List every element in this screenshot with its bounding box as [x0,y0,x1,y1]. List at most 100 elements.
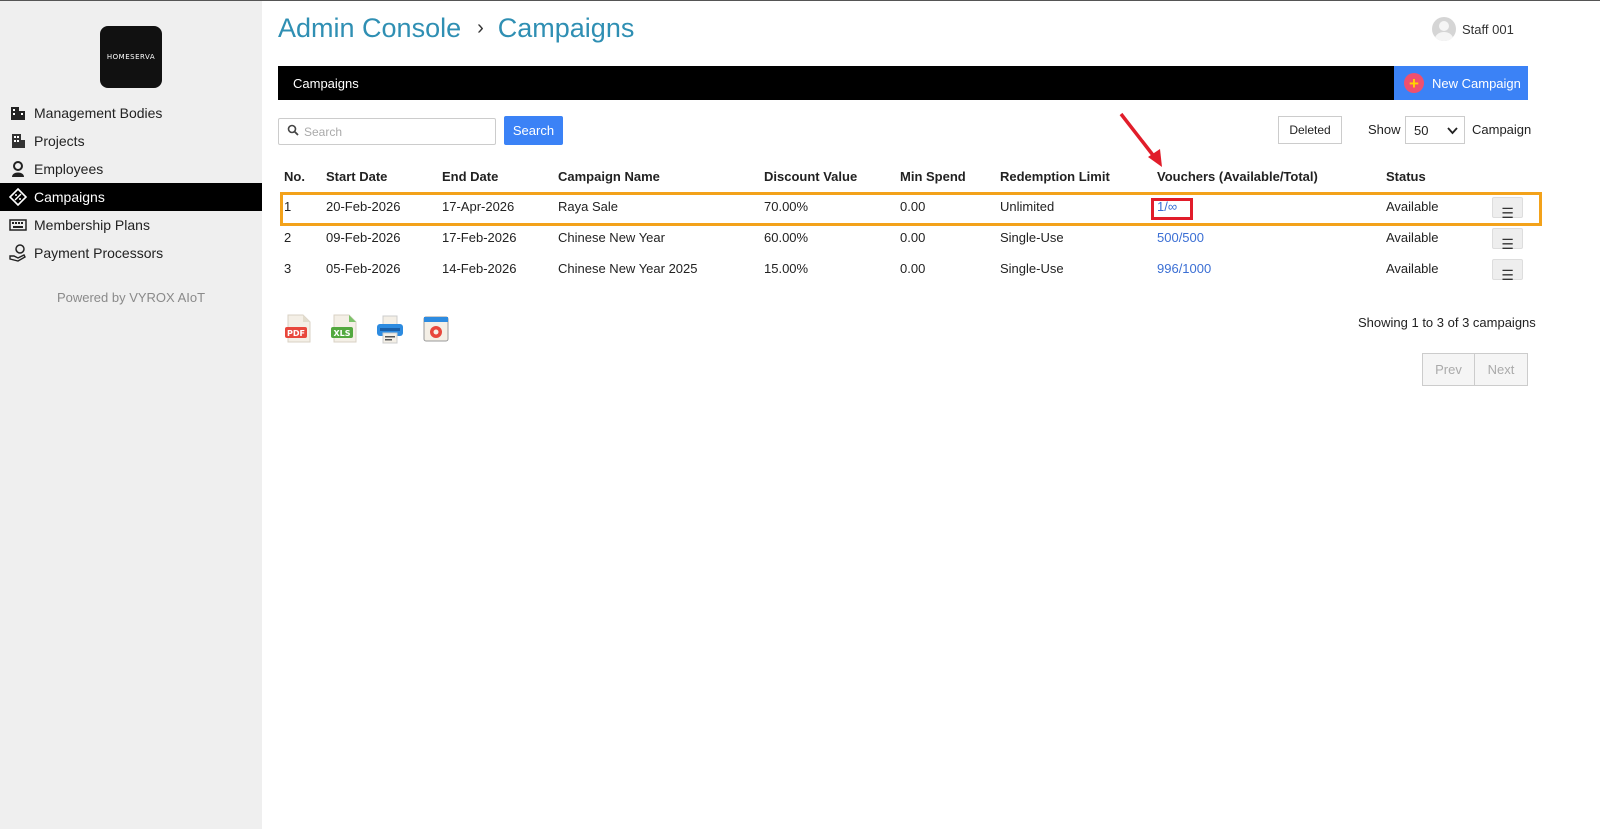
search-box [278,118,496,145]
cell-no: 2 [284,230,292,245]
new-campaign-button[interactable]: + New Campaign [1394,66,1528,100]
tag-icon [8,187,28,207]
sidebar-item-label: Management Bodies [34,105,163,121]
column-header-discount-value[interactable]: Discount Value [764,169,857,184]
keyboard-icon [8,215,28,235]
search-button[interactable]: Search [504,116,563,145]
chevron-down-icon [1447,123,1458,138]
cell-start-date: 05-Feb-2026 [326,261,401,276]
pdf-export-icon[interactable]: PDF [284,314,312,344]
avatar [1432,17,1456,41]
table-header: No. Start Date End Date Campaign Name Di… [278,169,1528,191]
cell-end-date: 17-Apr-2026 [442,199,515,214]
hamburger-icon: ☰ [1501,205,1514,221]
sidebar-item-campaigns[interactable]: Campaigns [0,183,262,211]
search-icon [287,123,299,141]
row-menu-button[interactable]: ☰ [1492,197,1523,221]
sidebar-item-label: Projects [34,133,85,149]
xls-export-icon[interactable]: XLS [330,314,358,344]
row-menu-button[interactable]: ☰ [1492,228,1523,252]
chevron-right-icon: › [477,17,484,39]
sidebar-item-projects[interactable]: Projects [0,127,262,155]
row-menu-button[interactable]: ☰ [1492,259,1523,283]
column-header-start-date[interactable]: Start Date [326,169,387,184]
breadcrumb-root[interactable]: Admin Console [278,13,461,44]
powered-by-text: Powered by VYROX AIoT [56,290,206,305]
red-arrow-annotation [1119,112,1162,167]
cell-status: Available [1386,230,1439,245]
page-size-value: 50 [1414,122,1429,138]
sidebar-item-management-bodies[interactable]: Management Bodies [0,99,262,127]
breadcrumb: Admin Console › Campaigns [278,13,634,44]
cell-min-spend: 0.00 [900,230,926,245]
sidebar-item-label: Campaigns [34,189,105,205]
cell-redemption-limit: Single-Use [1000,230,1064,245]
export-toolbar: PDF XLS [284,314,450,344]
cell-start-date: 20-Feb-2026 [326,199,401,214]
cell-redemption-limit: Single-Use [1000,261,1064,276]
cell-no: 1 [284,199,292,214]
deleted-button[interactable]: Deleted [1278,116,1342,144]
sidebar-item-membership-plans[interactable]: Membership Plans [0,211,262,239]
column-header-end-date[interactable]: End Date [442,169,498,184]
cell-campaign-name: Raya Sale [558,199,618,214]
cell-no: 3 [284,261,292,276]
pdf-icon-label: PDF [287,329,305,338]
column-header-status[interactable]: Status [1386,169,1426,184]
logo-text: HOMESERVA [106,53,156,61]
sidebar-item-payment-processors[interactable]: Payment Processors [0,239,262,267]
table-row[interactable]: 3 05-Feb-2026 14-Feb-2026 Chinese New Ye… [278,254,1528,285]
prev-page-button[interactable]: Prev [1422,353,1475,386]
new-campaign-label: New Campaign [1432,75,1521,91]
settings-window-icon[interactable] [422,314,450,344]
homeserva-logo: HOMESERVA [100,26,162,88]
sidebar-nav: Management Bodies Projects Employees Cam… [0,99,262,267]
hamburger-icon: ☰ [1501,267,1514,283]
cell-status: Available [1386,199,1439,214]
column-header-no[interactable]: No. [284,169,305,184]
cell-min-spend: 0.00 [900,199,926,214]
plus-circle-icon: + [1404,73,1424,93]
pagination: Prev Next [1422,353,1528,386]
search-input[interactable] [304,124,484,139]
cell-vouchers-link[interactable]: 996/1000 [1157,258,1211,280]
user-name: Staff 001 [1462,21,1514,37]
xls-icon-label: XLS [333,329,350,338]
sidebar-item-label: Employees [34,161,104,177]
cell-campaign-name: Chinese New Year [558,230,665,245]
app-window: HOMESERVA Management Bodies Projects Emp… [0,0,1600,829]
cell-end-date: 14-Feb-2026 [442,261,517,276]
next-page-button[interactable]: Next [1475,353,1528,386]
user-menu[interactable]: Staff 001 [1432,17,1514,41]
office-icon [8,131,28,151]
cell-redemption-limit: Unlimited [1000,199,1055,214]
column-header-campaign-name[interactable]: Campaign Name [558,169,660,184]
column-header-vouchers[interactable]: Vouchers (Available/Total) [1157,169,1318,184]
section-title-bar: Campaigns [278,66,1528,100]
cell-status: Available [1386,261,1439,276]
print-icon[interactable] [376,314,404,344]
column-header-redemption-limit[interactable]: Redemption Limit [1000,169,1110,184]
cell-vouchers-link[interactable]: 500/500 [1157,227,1204,249]
table-row[interactable]: 1 20-Feb-2026 17-Apr-2026 Raya Sale 70.0… [278,192,1528,223]
table-row[interactable]: 2 09-Feb-2026 17-Feb-2026 Chinese New Ye… [278,223,1528,254]
cell-vouchers-link[interactable]: 1/∞ [1157,196,1177,218]
show-suffix: Campaign [1472,122,1532,137]
page-size-select[interactable]: 50 [1405,116,1465,144]
building-icon [8,103,28,123]
sidebar-item-employees[interactable]: Employees [0,155,262,183]
cell-start-date: 09-Feb-2026 [326,230,401,245]
cell-discount: 60.00% [764,230,809,245]
hamburger-icon: ☰ [1501,236,1514,252]
column-header-min-spend[interactable]: Min Spend [900,169,966,184]
page-title: Campaigns [497,13,635,43]
section-title: Campaigns [293,75,359,91]
cell-discount: 15.00% [764,261,809,276]
sidebar: HOMESERVA Management Bodies Projects Emp… [0,1,262,829]
sidebar-item-label: Payment Processors [34,245,164,261]
cell-discount: 70.00% [764,199,809,214]
hand-coin-icon [8,243,28,263]
cell-end-date: 17-Feb-2026 [442,230,517,245]
cell-min-spend: 0.00 [900,261,926,276]
cell-campaign-name: Chinese New Year 2025 [558,261,698,276]
